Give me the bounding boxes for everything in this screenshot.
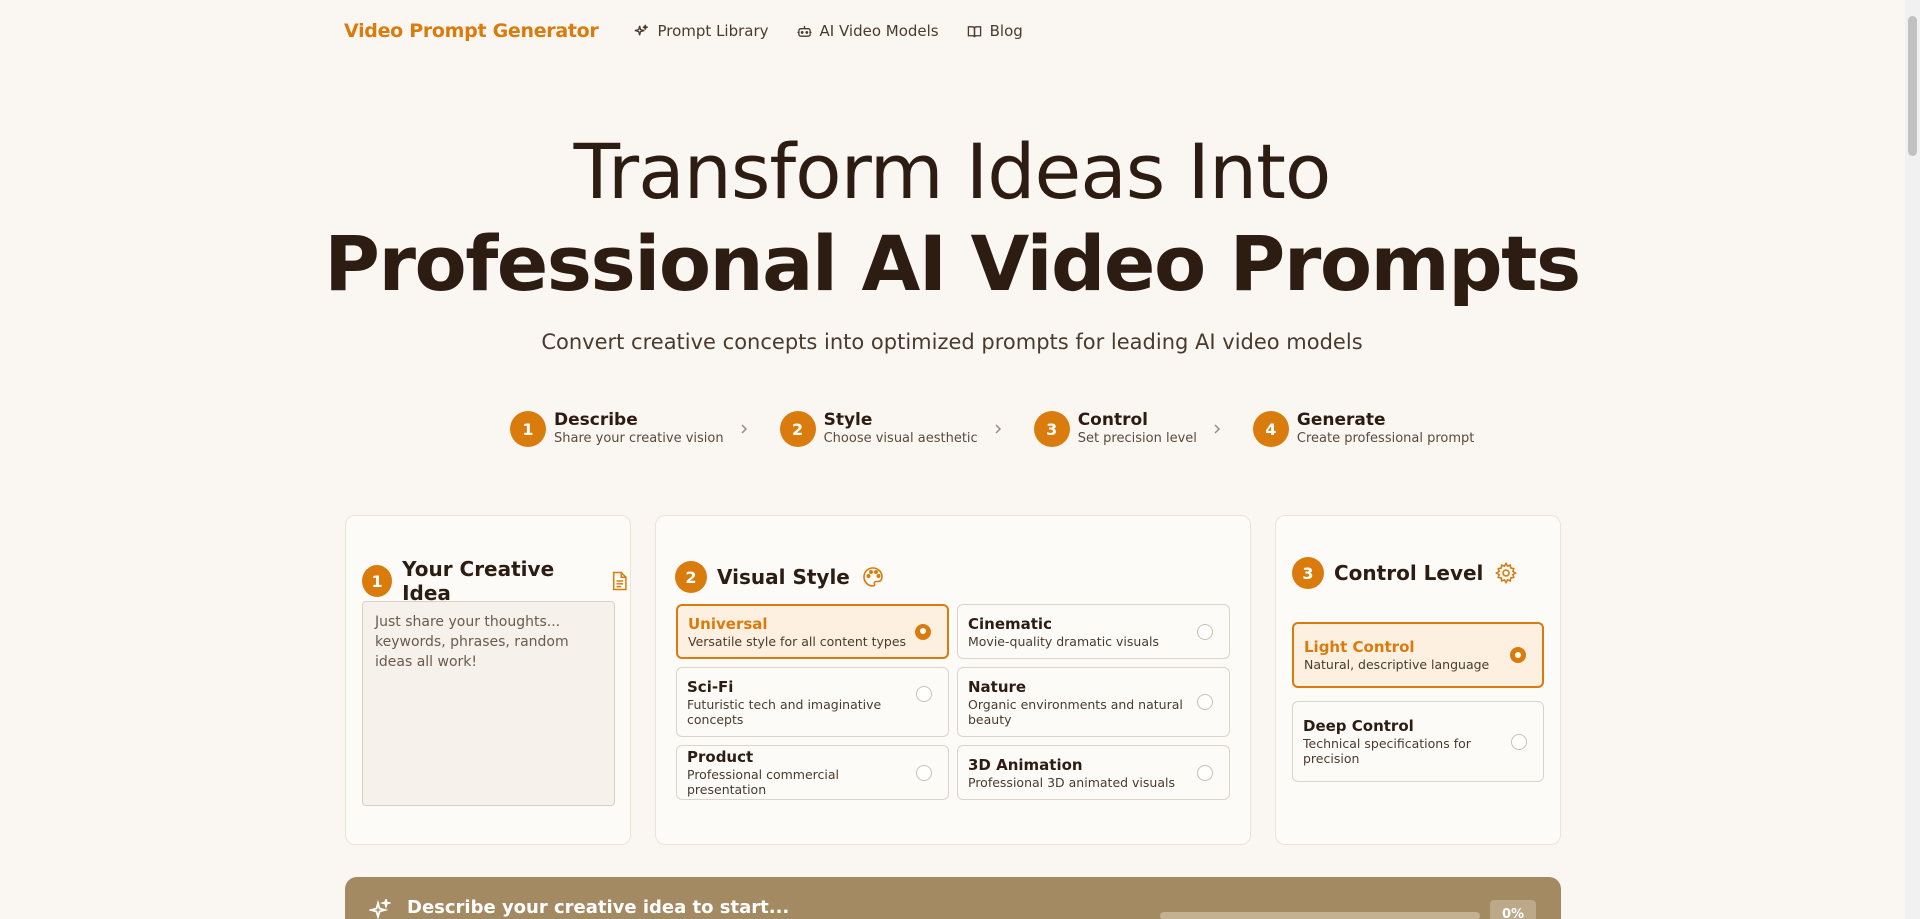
creative-idea-card: 1 Your Creative Idea [345, 515, 631, 845]
step-style: 2 Style Choose visual aesthetic [779, 410, 1034, 448]
nav-links: Prompt Library AI Video Models Blog [634, 22, 1023, 40]
radio-button[interactable] [916, 686, 932, 703]
hero-title-line1: Transform Ideas Into [573, 127, 1332, 216]
step-control: 3 Control Set precision level [1033, 410, 1253, 448]
step-desc: Create professional prompt [1296, 431, 1475, 446]
option-title: Deep Control [1303, 717, 1414, 735]
control-option-light[interactable]: Light Control Natural, descriptive langu… [1292, 622, 1544, 688]
gear-icon [1495, 562, 1518, 584]
creative-idea-input[interactable] [362, 601, 615, 806]
chevron-right-icon [995, 424, 1001, 434]
robot-icon [796, 25, 812, 37]
scrollbar-thumb[interactable] [1908, 16, 1917, 156]
style-option-cinematic[interactable]: Cinematic Movie-quality dramatic visuals [957, 604, 1230, 659]
style-option-universal[interactable]: Universal Versatile style for all conten… [676, 604, 949, 659]
document-icon [613, 571, 627, 591]
step-desc: Set precision level [1077, 431, 1197, 446]
option-title: 3D Animation [968, 755, 1083, 774]
card-title: Control Level [1334, 561, 1484, 585]
style-option-nature[interactable]: Nature Organic environments and natural … [957, 667, 1230, 737]
radio-button[interactable] [1511, 733, 1527, 750]
step-title: Describe [554, 410, 638, 430]
nav-label: Blog [989, 22, 1023, 40]
page-scrollbar[interactable] [1905, 0, 1920, 919]
chevron-right-icon [741, 424, 747, 434]
radio-button[interactable] [1197, 623, 1213, 640]
option-desc: Technical specifications for precision [1303, 736, 1471, 766]
option-desc: Movie-quality dramatic visuals [968, 633, 1159, 649]
card-number-badge: 3 [1292, 557, 1324, 589]
option-desc: Professional commercial presentation [687, 767, 840, 797]
brand-logo[interactable]: Video Prompt Generator [344, 20, 599, 42]
top-nav: Video Prompt Generator Prompt Library AI… [344, 14, 1023, 48]
card-number-badge: 1 [362, 565, 393, 597]
nav-ai-video-models[interactable]: AI Video Models [796, 22, 939, 40]
step-number: 1 [510, 411, 546, 447]
radio-button[interactable] [1197, 694, 1213, 710]
control-level-card: 3 Control Level Light Control Natural, d… [1275, 515, 1561, 845]
nav-prompt-library[interactable]: Prompt Library [634, 22, 769, 40]
style-option-product[interactable]: Product Professional commercial presenta… [676, 745, 949, 800]
step-generate: 4 Generate Create professional prompt [1252, 410, 1475, 448]
radio-button[interactable] [1510, 647, 1526, 663]
step-number: 3 [1033, 411, 1070, 447]
option-title: Product [687, 748, 754, 766]
visual-style-card: 2 Visual Style Universal Versatile style… [655, 515, 1251, 845]
option-title: Cinematic [968, 614, 1052, 633]
step-desc: Share your creative vision [554, 431, 724, 446]
card-number-badge: 2 [675, 561, 707, 593]
card-title: Your Creative Idea [402, 557, 555, 605]
radio-button[interactable] [1197, 764, 1213, 781]
radio-button[interactable] [915, 623, 931, 640]
card-title: Visual Style [717, 565, 850, 589]
step-title: Control [1077, 410, 1148, 430]
style-option-3d-animation[interactable]: 3D Animation Professional 3D animated vi… [957, 745, 1230, 800]
step-number: 2 [779, 411, 816, 447]
option-title: Sci-Fi [687, 677, 734, 696]
status-message: Describe your creative idea to start... [407, 897, 790, 918]
nav-label: Prompt Library [657, 22, 769, 40]
option-desc: Futuristic tech and imaginative concepts [687, 696, 882, 727]
option-desc: Organic environments and natural beauty [968, 696, 1183, 727]
nav-blog[interactable]: Blog [967, 22, 1023, 40]
chevron-right-icon [1214, 424, 1220, 434]
hero-title-line2: Professional AI Video Prompts [324, 219, 1581, 308]
control-option-deep[interactable]: Deep Control Technical specifications fo… [1292, 701, 1544, 782]
step-title: Generate [1296, 410, 1386, 430]
sparkles-icon [369, 899, 391, 919]
option-desc: Versatile style for all content types [688, 633, 907, 649]
style-option-sci-fi[interactable]: Sci-Fi Futuristic tech and imaginative c… [676, 667, 949, 737]
step-describe: 1 Describe Share your creative vision [510, 410, 780, 448]
step-progress: 1 Describe Share your creative vision 2 … [510, 410, 1474, 448]
option-title: Universal [688, 614, 768, 633]
option-title: Light Control [1304, 638, 1415, 656]
palette-icon [863, 567, 883, 587]
progress-bar [1160, 912, 1480, 919]
step-number: 4 [1252, 411, 1289, 447]
book-icon [967, 25, 981, 37]
sparkles-icon [635, 24, 649, 35]
hero-subtitle: Convert creative concepts into optimized… [541, 330, 1363, 354]
nav-label: AI Video Models [819, 22, 939, 40]
progress-percent-badge: 0% [1490, 900, 1536, 919]
generate-status-bar: Describe your creative idea to start... … [345, 877, 1561, 919]
option-title: Nature [968, 677, 1027, 696]
step-desc: Choose visual aesthetic [823, 431, 978, 446]
step-title: Style [823, 410, 873, 430]
option-desc: Natural, descriptive language [1304, 657, 1490, 672]
radio-button[interactable] [916, 764, 932, 781]
option-desc: Professional 3D animated visuals [968, 774, 1175, 790]
